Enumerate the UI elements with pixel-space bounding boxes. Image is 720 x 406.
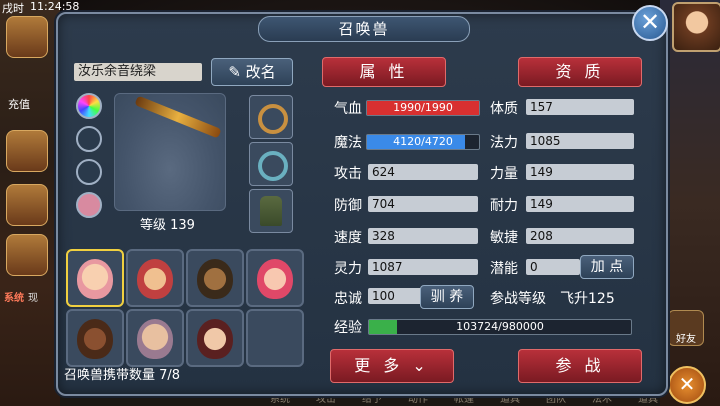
- spirit-value: 1087: [368, 259, 478, 275]
- pet-level: 等级 139: [140, 218, 195, 233]
- system-tag: 系统: [4, 293, 24, 304]
- pet-thumbnail: [197, 259, 233, 299]
- add-points-button[interactable]: 加 点: [580, 255, 634, 279]
- necklace-icon: [258, 151, 288, 181]
- armor-icon: [260, 196, 282, 226]
- dialog-title: 召唤兽: [258, 16, 470, 42]
- period-label: 戌时: [2, 2, 24, 15]
- str-value: 149: [526, 164, 634, 180]
- chevron-down-icon: ⌄: [412, 356, 430, 375]
- color-dye-icon[interactable]: [76, 93, 102, 119]
- friend-label: 好友: [676, 334, 696, 345]
- shop-button[interactable]: [6, 184, 48, 226]
- tab-attributes[interactable]: 属 性: [322, 57, 446, 87]
- equip-slot-ring[interactable]: [249, 95, 293, 139]
- pet-slot[interactable]: [66, 249, 124, 307]
- defense-value: 704: [368, 196, 478, 212]
- player-avatar[interactable]: [672, 2, 720, 52]
- close-menu-icon[interactable]: ✕: [668, 366, 706, 404]
- spirit-label: 灵力: [334, 261, 362, 277]
- rename-label: 改名: [245, 63, 276, 81]
- exp-label: 经验: [334, 320, 362, 336]
- pet-name-field[interactable]: 汝乐余音绕梁: [74, 63, 202, 81]
- system-text: 现: [28, 293, 38, 304]
- pet-slot[interactable]: [186, 249, 244, 307]
- con-value: 157: [526, 99, 634, 115]
- hp-label: 气血: [334, 101, 362, 117]
- pet-thumbnail: [77, 259, 113, 299]
- battle-level-value: 飞升125: [560, 291, 615, 307]
- friend-button[interactable]: 好友: [668, 310, 704, 346]
- mp-value: 4120/4720: [393, 135, 453, 148]
- pet-thumbnail: [197, 319, 233, 359]
- pet-slot[interactable]: [186, 309, 244, 367]
- hp-value: 1990/1990: [393, 101, 453, 114]
- battle-level-label: 参战等级: [490, 291, 546, 307]
- close-icon[interactable]: ✕: [632, 5, 668, 41]
- empty-pet-slot[interactable]: [246, 309, 304, 367]
- tab-aptitude[interactable]: 资 质: [518, 57, 642, 87]
- pet-thumbnail: [77, 319, 113, 359]
- more-button[interactable]: 更 多 ⌄: [330, 349, 454, 383]
- pencil-icon: ✎: [228, 63, 246, 81]
- potential-label: 潜能: [490, 261, 518, 277]
- potential-value: 0: [526, 259, 580, 275]
- agi-value: 208: [526, 228, 634, 244]
- exp-bar-fill: [369, 320, 397, 334]
- mp-bar: 4120/4720: [366, 134, 480, 150]
- loyalty-value: 100: [368, 288, 422, 304]
- hp-bar: 1990/1990: [366, 100, 480, 116]
- defense-label: 防御: [334, 198, 362, 214]
- pet-slot[interactable]: [126, 309, 184, 367]
- attack-label: 攻击: [334, 166, 362, 182]
- attack-value: 624: [368, 164, 478, 180]
- end-value: 149: [526, 196, 634, 212]
- speed-label: 速度: [334, 230, 362, 246]
- equip-slot-armor[interactable]: [249, 189, 293, 233]
- str-label: 力量: [490, 166, 518, 182]
- recharge-label[interactable]: 充值: [8, 96, 30, 112]
- loyalty-label: 忠诚: [334, 291, 362, 307]
- pet-thumbnail: [137, 259, 173, 299]
- system-message: 系统现: [4, 289, 38, 304]
- mag-label: 法力: [490, 135, 518, 151]
- pet-slot[interactable]: [246, 249, 304, 307]
- carry-count: 召唤兽携带数量 7/8: [64, 368, 181, 383]
- exp-bar: 103724/980000: [368, 319, 632, 335]
- exp-value: 103724/980000: [456, 320, 544, 333]
- pet-thumbnail: [257, 259, 293, 299]
- rename-button[interactable]: ✎ 改名: [211, 58, 293, 86]
- end-label: 耐力: [490, 198, 518, 214]
- pet-slot[interactable]: [126, 249, 184, 307]
- chat-button[interactable]: [6, 234, 48, 276]
- equip-slot-necklace[interactable]: [249, 142, 293, 186]
- con-label: 体质: [490, 101, 518, 117]
- more-label: 更 多: [354, 356, 404, 375]
- mp-label: 魔法: [334, 135, 362, 151]
- speed-value: 328: [368, 228, 478, 244]
- agi-label: 敏捷: [490, 230, 518, 246]
- map-button[interactable]: [6, 16, 48, 58]
- ring-icon: [258, 104, 288, 134]
- timer-icon[interactable]: [76, 192, 102, 218]
- tame-button[interactable]: 驯 养: [420, 285, 474, 309]
- pet-slot[interactable]: [66, 309, 124, 367]
- fight-button[interactable]: 参 战: [518, 349, 642, 383]
- necklace-icon[interactable]: [76, 126, 102, 152]
- pet-thumbnail: [137, 319, 173, 359]
- mag-value: 1085: [526, 133, 634, 149]
- activity-button[interactable]: [6, 130, 48, 172]
- lock-icon[interactable]: [76, 159, 102, 185]
